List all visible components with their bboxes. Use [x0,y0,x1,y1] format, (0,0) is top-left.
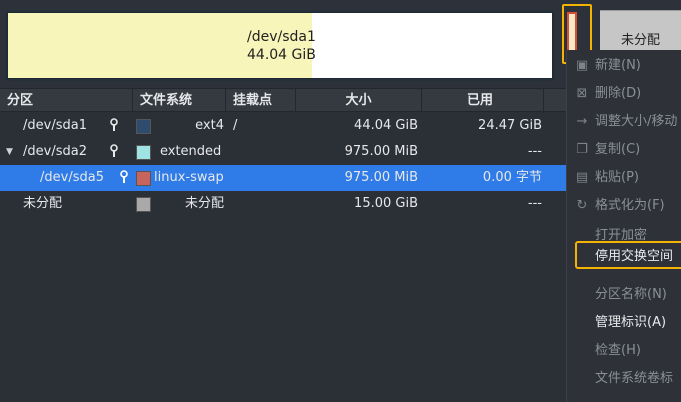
menu-item-label: 粘贴(P) [595,170,639,185]
sda1-map-label: /dev/sda1 44.04 GiB [8,28,552,64]
delete-icon: ⊠ [576,86,588,101]
partition-name: /dev/sda5 [40,170,104,185]
menu-item-resize-move[interactable]: → 调整大小/移动 [567,108,681,136]
filesystem-name: ext4 [195,118,224,133]
partition-size: 15.00 GiB [354,196,418,211]
menu-item-copy[interactable]: ❐ 复制(C) [567,136,681,164]
filesystem-name: extended [160,144,222,159]
lock-icon [110,144,118,157]
table-row[interactable]: ▼ /dev/sda2 extended 975.00 MiB --- [0,139,566,165]
partition-used: 0.00 字节 [482,170,542,185]
table-row-selected[interactable]: /dev/sda5 linux-swap 975.00 MiB 0.00 字节 [0,165,566,191]
swap-partition-map-block[interactable] [567,12,577,52]
paste-icon: ▤ [575,170,589,185]
column-header-mountpoint[interactable]: 挂载点 [226,89,296,113]
table-header: 分区 文件系统 挂载点 大小 已用 [0,88,566,113]
partition-used: 24.47 GiB [478,118,542,133]
partition-table: 分区 文件系统 挂载点 大小 已用 /dev/sda1 ext4 / 44.04… [0,88,566,402]
partition-used: --- [527,144,542,159]
table-row[interactable]: 未分配 未分配 15.00 GiB --- [0,191,566,217]
filesystem-color-swatch [136,145,151,160]
partition-name: /dev/sda1 [23,118,87,133]
menu-item-label: 格式化为(F) [595,198,665,213]
menu-item-label: 停用交换空间 [595,249,674,264]
menu-item-label: 复制(C) [595,142,641,157]
partition-size: 975.00 MiB [344,170,418,185]
menu-item-label: 管理标识(A) [595,315,667,330]
menu-item-swapoff[interactable]: 停用交换空间 [575,241,681,269]
partition-used: --- [527,196,542,211]
column-header-size[interactable]: 大小 [296,89,422,113]
sda1-map-name: /dev/sda1 [247,29,316,45]
unallocated-map-label: 未分配 [620,33,660,48]
sda1-map-size: 44.04 GiB [247,47,316,63]
filesystem-name: linux-swap [154,170,224,185]
menu-item-label: 调整大小/移动 [595,114,678,129]
copy-icon: ❐ [576,142,588,157]
partition-name: /dev/sda2 [23,144,87,159]
new-partition-icon: ▣ [575,58,589,73]
filesystem-name: 未分配 [184,196,224,211]
filesystem-color-swatch [136,197,151,212]
format-icon: ↻ [576,198,588,213]
column-header-partition[interactable]: 分区 [0,89,133,113]
table-row[interactable]: /dev/sda1 ext4 / 44.04 GiB 24.47 GiB [0,113,566,139]
menu-item-format[interactable]: ↻ 格式化为(F) [567,192,681,220]
menu-item-label: 分区名称(N) [595,287,667,302]
column-header-filesystem[interactable]: 文件系统 [133,89,226,113]
column-header-extra[interactable] [544,89,566,113]
menu-item-check[interactable]: 检查(H) [567,337,681,365]
menu-item-new[interactable]: ▣ 新建(N) [567,52,681,80]
menu-item-paste[interactable]: ▤ 粘贴(P) [567,164,681,192]
menu-item-partition-name[interactable]: 分区名称(N) [567,281,681,309]
unallocated-map-block[interactable]: 未分配 [600,10,681,54]
menu-item-label: 新建(N) [595,58,641,73]
filesystem-color-swatch [136,171,151,186]
menu-item-manage-flags[interactable]: 管理标识(A) [567,309,681,337]
partition-name: 未分配 [23,196,63,211]
menu-item-label: 检查(H) [595,343,641,358]
lock-icon [110,118,118,131]
filesystem-color-swatch [136,119,151,134]
menu-item-label: 删除(D) [595,86,642,101]
column-header-used[interactable]: 已用 [422,89,544,113]
menu-item-label: 文件系统卷标 [595,371,674,386]
menu-item-delete[interactable]: ⊠ 删除(D) [567,80,681,108]
partition-size: 44.04 GiB [354,118,418,133]
context-menu: ▣ 新建(N) ⊠ 删除(D) → 调整大小/移动 ❐ 复制(C) ▤ 粘贴(P… [566,50,681,402]
menu-item-filesystem-label[interactable]: 文件系统卷标 [567,365,681,393]
expand-arrow-icon[interactable]: ▼ [6,139,13,165]
mount-point: / [233,118,238,133]
resize-move-icon: → [576,114,588,129]
lock-icon [120,170,128,183]
partition-size: 975.00 MiB [344,144,418,159]
